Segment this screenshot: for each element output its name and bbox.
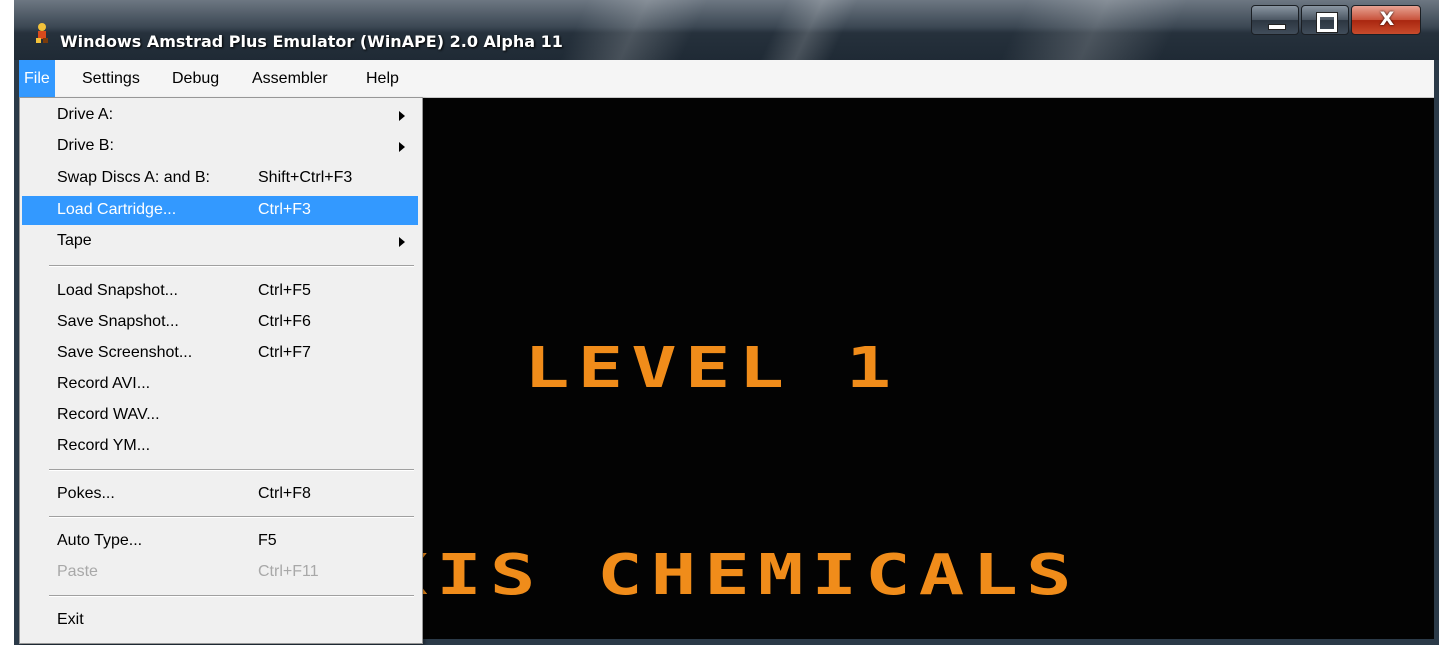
menu-item-label: Save Snapshot...: [57, 313, 179, 330]
submenu-arrow-icon: [399, 237, 405, 247]
maximize-icon: [1316, 12, 1338, 33]
menu-item-drive-b[interactable]: Drive B:: [22, 132, 418, 161]
menu-item-save-screenshot[interactable]: Save Screenshot... Ctrl+F7: [22, 339, 418, 368]
menu-item-paste: Paste Ctrl+F11: [22, 558, 418, 587]
menu-separator: [49, 265, 414, 267]
menu-item-save-snapshot[interactable]: Save Snapshot... Ctrl+F6: [22, 308, 418, 337]
menu-item-load-cartridge[interactable]: Load Cartridge... Ctrl+F3: [22, 196, 418, 225]
submenu-arrow-icon: [399, 111, 405, 121]
menu-item-label: Auto Type...: [57, 532, 143, 549]
menu-item-label: Drive A:: [57, 106, 114, 123]
menu-item-label: Record AVI...: [57, 375, 151, 392]
menu-item-load-snapshot[interactable]: Load Snapshot... Ctrl+F5: [22, 277, 418, 306]
menu-bar: File Settings Debug Assembler Help: [19, 60, 1434, 98]
menu-item-label: Drive B:: [57, 137, 114, 154]
minimize-icon: [1268, 24, 1286, 30]
menu-item-shortcut: F5: [258, 532, 277, 549]
menu-item-shortcut: Ctrl+F7: [258, 344, 311, 361]
menu-item-label: Swap Discs A: and B:: [57, 169, 210, 186]
menu-item-label: Save Screenshot...: [57, 344, 193, 361]
menu-item-pokes[interactable]: Pokes... Ctrl+F8: [22, 480, 418, 509]
menu-item-swap-discs[interactable]: Swap Discs A: and B: Shift+Ctrl+F3: [22, 164, 418, 193]
menu-item-label: Tape: [57, 232, 92, 249]
menu-assembler[interactable]: Assembler: [247, 60, 333, 97]
title-bar[interactable]: Windows Amstrad Plus Emulator (WinAPE) 2…: [14, 0, 1439, 60]
menu-settings[interactable]: Settings: [77, 60, 145, 97]
menu-file[interactable]: File: [19, 60, 55, 97]
menu-item-label: Pokes...: [57, 485, 115, 502]
menu-item-shortcut: Ctrl+F11: [258, 563, 319, 580]
menu-item-record-avi[interactable]: Record AVI...: [22, 370, 418, 399]
menu-item-label: Record YM...: [57, 437, 151, 454]
menu-item-label: Load Snapshot...: [57, 282, 178, 299]
menu-item-exit[interactable]: Exit: [22, 606, 418, 635]
window-title: Windows Amstrad Plus Emulator (WinAPE) 2…: [60, 32, 563, 51]
menu-separator: [49, 469, 414, 471]
menu-item-shortcut: Shift+Ctrl+F3: [258, 169, 353, 186]
menu-item-shortcut: Ctrl+F3: [258, 201, 311, 218]
file-menu-dropdown: Drive A: Drive B: Swap Discs A: and B: S…: [19, 97, 423, 644]
maximize-button[interactable]: [1301, 5, 1349, 35]
caption-buttons: X: [1251, 5, 1423, 37]
title-bar-glare: [560, 0, 708, 60]
menu-item-record-wav[interactable]: Record WAV...: [22, 401, 418, 430]
menu-item-record-ym[interactable]: Record YM...: [22, 432, 418, 461]
menu-item-shortcut: Ctrl+F5: [258, 282, 311, 299]
menu-separator: [49, 516, 414, 518]
menu-debug[interactable]: Debug: [167, 60, 224, 97]
winape-app-icon[interactable]: [32, 22, 52, 44]
title-bar-glare: [760, 0, 858, 60]
menu-item-label: Exit: [57, 611, 84, 628]
menu-item-label: Paste: [57, 563, 98, 580]
stage-name-text: AXIS CHEMICALS: [329, 543, 1080, 608]
menu-item-shortcut: Ctrl+F8: [258, 485, 311, 502]
menu-item-drive-a[interactable]: Drive A:: [22, 101, 418, 130]
menu-help[interactable]: Help: [361, 60, 404, 97]
submenu-arrow-icon: [399, 142, 405, 152]
close-button[interactable]: X: [1351, 5, 1421, 35]
minimize-button[interactable]: [1251, 5, 1299, 35]
menu-item-shortcut: Ctrl+F6: [258, 313, 311, 330]
menu-item-label: Load Cartridge...: [57, 201, 177, 218]
menu-item-auto-type[interactable]: Auto Type... F5: [22, 527, 418, 556]
menu-separator: [49, 595, 414, 597]
title-bar-glare: [1000, 0, 1188, 60]
menu-item-label: Record WAV...: [57, 406, 160, 423]
menu-item-tape[interactable]: Tape: [22, 227, 418, 256]
level-title-text: LEVEL 1: [524, 336, 900, 401]
close-icon: X: [1379, 8, 1395, 30]
